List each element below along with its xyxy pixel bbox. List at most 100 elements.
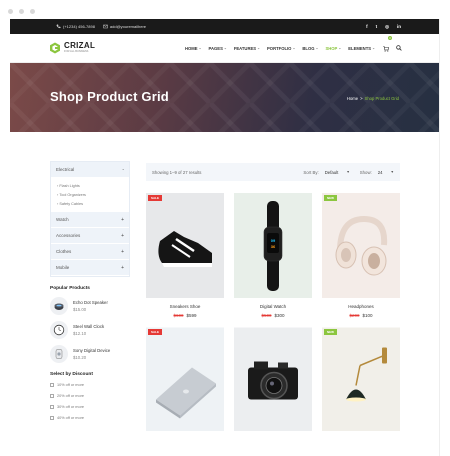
instagram-icon[interactable]: ◎ [385, 24, 389, 30]
product-thumbnail [50, 297, 68, 315]
discount-option[interactable]: 30% off or more [50, 403, 130, 410]
popular-product-item[interactable]: Sony Digital Device $10.20 [50, 345, 130, 363]
device-icon [55, 349, 63, 359]
cart-button[interactable]: 0 [383, 36, 392, 57]
results-count: Showing 1–9 of 27 results [152, 169, 202, 175]
chevron-down-icon: ⌄ [223, 46, 227, 50]
chevron-down-icon: ⌄ [338, 46, 342, 50]
product-card[interactable]: SALE [146, 327, 224, 437]
nav-item-pages[interactable]: PAGES ⌄ [209, 46, 227, 51]
product-card[interactable]: 09 36 Digital Watch $500 $300 [234, 193, 312, 318]
linkedin-icon[interactable]: in [397, 24, 401, 30]
product-thumbnail [50, 345, 68, 363]
popular-product-name: Echo Dot Speaker [73, 300, 108, 305]
expand-icon: + [121, 216, 124, 223]
checkbox[interactable] [50, 393, 54, 398]
current-price: $100 [362, 313, 373, 318]
facebook-icon[interactable]: f [366, 24, 368, 30]
popular-product-price: $10.20 [73, 355, 87, 360]
shop-toolbar: Showing 1–9 of 27 results Sort By: Defau… [146, 163, 400, 181]
discount-option[interactable]: 10% off or more [50, 381, 130, 388]
nav-item-home[interactable]: HOME ⌄ [185, 46, 202, 51]
chevron-down-icon: ⌄ [198, 46, 202, 50]
chevron-down-icon: ⌄ [372, 46, 375, 50]
category-watch[interactable]: Watch + [51, 212, 129, 228]
sort-select[interactable]: Default ▼ [325, 170, 350, 175]
sale-badge: SALE [148, 329, 163, 335]
top-bar: (+1234) 456-7898 add@youremailhere f t ◎… [10, 19, 439, 34]
product-image[interactable]: NEW [322, 327, 400, 431]
window-dot[interactable] [30, 9, 35, 14]
headphones-image [322, 193, 400, 298]
collapse-icon: - [122, 166, 124, 173]
logo-tagline: FOR ALL BUSINESS [64, 50, 89, 54]
email-address: add@youremailhere [109, 24, 147, 29]
product-price: $500 $300 [234, 313, 312, 318]
product-image[interactable]: SALE [146, 327, 224, 431]
product-card[interactable] [234, 327, 312, 437]
breadcrumb-separator: > [360, 96, 363, 101]
discount-option[interactable]: 40% off or more [50, 414, 130, 421]
sneaker-image [146, 193, 224, 298]
popular-product-item[interactable]: Steel Wall Clock $12.10 [50, 321, 130, 339]
expand-icon: + [121, 232, 124, 239]
laptop-image [146, 327, 224, 431]
popular-product-item[interactable]: Echo Dot Speaker $15.00 [50, 297, 130, 315]
checkbox[interactable] [50, 382, 54, 387]
category-list: Electrical - › Flash Lights › Tool Organ… [50, 161, 130, 277]
product-image[interactable] [234, 327, 312, 431]
nav-item-blog[interactable]: BLOG ⌄ [302, 46, 318, 51]
window-dot[interactable] [8, 9, 13, 14]
expand-icon: + [121, 248, 124, 255]
category-accessories[interactable]: Accessories + [51, 228, 129, 244]
product-image[interactable]: SALE [146, 193, 224, 298]
cart-icon [383, 46, 390, 52]
checkbox[interactable] [50, 404, 54, 409]
page-title: Shop Product Grid [50, 89, 169, 104]
product-name[interactable]: Sneakers Shoe [146, 304, 224, 309]
product-name[interactable]: Headphones [322, 304, 400, 309]
svg-text:09: 09 [271, 238, 276, 243]
category-clothes[interactable]: Clothes + [51, 244, 129, 260]
category-mobile[interactable]: Mobile + [51, 260, 129, 276]
new-badge: NEW [324, 195, 337, 201]
sidebar: Electrical - › Flash Lights › Tool Organ… [50, 161, 130, 421]
page-banner: Shop Product Grid Home > Shop Product Gr… [10, 63, 439, 132]
product-card[interactable]: NEW Headphones $200 $100 [322, 193, 400, 318]
nav-item-elements[interactable]: ELEMENTS ⌄ [348, 46, 375, 51]
twitter-icon[interactable]: t [376, 24, 378, 30]
product-card[interactable]: SALE Sneakers Shoe $600 $599 [146, 193, 224, 318]
current-price: $300 [274, 313, 285, 318]
popular-products-title: Popular Products [50, 286, 90, 291]
email-contact[interactable]: add@youremailhere [103, 24, 146, 29]
chevron-down-icon: ⌄ [292, 46, 296, 50]
breadcrumb-current: Shop Product Grid [364, 96, 399, 101]
subcategory-item[interactable]: › Safety Cables [57, 200, 129, 209]
chevron-down-icon: ⌄ [315, 46, 319, 50]
product-name[interactable]: Digital Watch [234, 304, 312, 309]
chevron-down-icon: ▼ [390, 170, 394, 174]
nav-item-shop[interactable]: SHOP ⌄ [325, 46, 341, 51]
window-dot[interactable] [19, 9, 24, 14]
window-controls [8, 9, 35, 14]
product-image[interactable]: NEW [322, 193, 400, 298]
category-electrical[interactable]: Electrical - [51, 162, 129, 178]
nav-item-features[interactable]: FEATURES ⌄ [234, 46, 260, 51]
logo[interactable]: CRIZAL FOR ALL BUSINESS [49, 42, 95, 54]
old-price: $500 [261, 313, 272, 318]
nav-item-portfolio[interactable]: PORTFOLIO ⌄ [267, 46, 295, 51]
browser-frame: (+1234) 456-7898 add@youremailhere f t ◎… [0, 0, 450, 456]
search-icon[interactable] [396, 45, 402, 51]
subcategory-item[interactable]: › Tool Organizers [57, 191, 129, 200]
phone-contact[interactable]: (+1234) 456-7898 [56, 24, 95, 29]
checkbox[interactable] [50, 415, 54, 420]
new-badge: NEW [324, 329, 337, 335]
expand-icon: + [121, 264, 124, 271]
show-select[interactable]: 24 ▼ [378, 170, 394, 175]
breadcrumb-home[interactable]: Home [347, 96, 358, 101]
product-card[interactable]: NEW [322, 327, 400, 437]
subcategory-item[interactable]: › Flash Lights [57, 182, 129, 191]
popular-product-price: $12.10 [73, 331, 87, 336]
product-image[interactable]: 09 36 [234, 193, 312, 298]
discount-option[interactable]: 20% off or more [50, 392, 130, 399]
